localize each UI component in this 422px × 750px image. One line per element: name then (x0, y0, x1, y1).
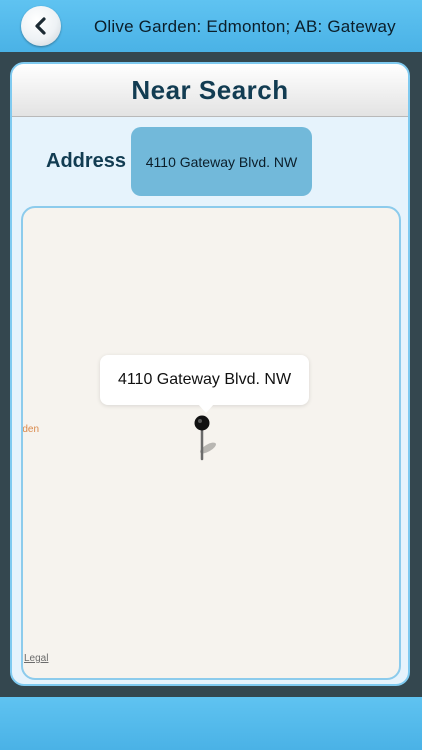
bottom-bar (0, 697, 422, 750)
map-place-label[interactable]: rden (23, 424, 39, 435)
chevron-left-icon (35, 17, 46, 35)
map-view[interactable]: rden 4110 Gateway Blvd. NW Legal (21, 206, 401, 680)
address-field[interactable]: 4110 Gateway Blvd. NW (131, 127, 312, 196)
back-button[interactable] (21, 6, 61, 46)
pin-callout[interactable]: 4110 Gateway Blvd. NW (100, 355, 309, 405)
page-title: Near Search (131, 74, 289, 105)
near-search-card: Near Search Address 4110 Gateway Blvd. N… (10, 62, 410, 686)
nav-title: Olive Garden: Edmonton; AB: Gateway (94, 17, 396, 36)
legal-link[interactable]: Legal (24, 653, 48, 664)
card-header: Near Search (12, 64, 408, 117)
top-nav-bar: Olive Garden: Edmonton; AB: Gateway (0, 0, 422, 52)
address-label: Address (46, 150, 127, 172)
map-pin-icon[interactable] (179, 412, 219, 462)
